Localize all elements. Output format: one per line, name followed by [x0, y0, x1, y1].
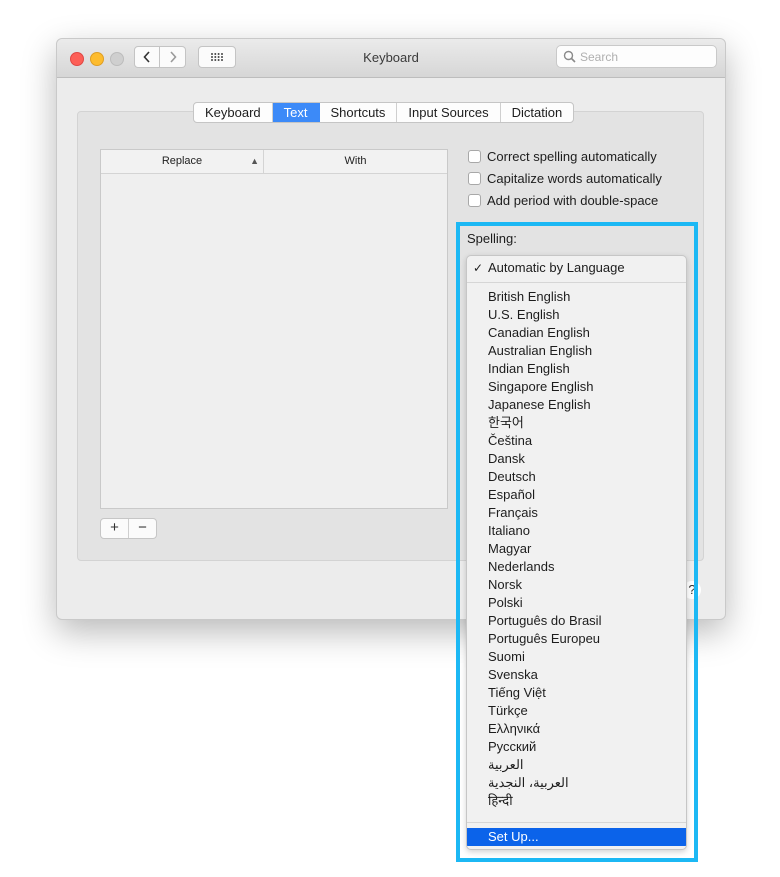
table-header: Replace ▲ With	[101, 150, 447, 174]
search-icon	[563, 50, 576, 63]
option-label: Correct spelling automatically	[487, 148, 657, 164]
tab-bar: Keyboard Text Shortcuts Input Sources Di…	[193, 102, 575, 123]
remove-button[interactable]: −	[128, 519, 156, 538]
checkbox[interactable]	[468, 149, 481, 163]
checkbox[interactable]	[468, 193, 481, 207]
sort-ascending-icon: ▲	[250, 156, 259, 166]
tab-text[interactable]: Text	[272, 103, 320, 122]
title-bar: Keyboard Search	[57, 39, 725, 78]
text-replacement-table[interactable]: Replace ▲ With	[100, 149, 448, 509]
add-remove-control: + −	[100, 518, 157, 539]
search-placeholder: Search	[580, 50, 619, 64]
tab-input-sources[interactable]: Input Sources	[397, 103, 501, 122]
tab-shortcuts[interactable]: Shortcuts	[320, 103, 398, 122]
highlight-frame	[456, 222, 698, 862]
option-capitalize-words[interactable]: Capitalize words automatically	[468, 169, 662, 187]
replace-column-label: Replace	[161, 155, 203, 167]
search-field[interactable]: Search	[556, 45, 717, 68]
with-column-label: With	[344, 155, 367, 167]
checkbox[interactable]	[468, 171, 481, 185]
add-button[interactable]: +	[101, 519, 128, 538]
option-label: Capitalize words automatically	[487, 170, 662, 186]
with-column-header[interactable]: With	[264, 150, 447, 173]
tab-keyboard[interactable]: Keyboard	[194, 103, 273, 122]
option-label: Add period with double-space	[487, 192, 659, 208]
option-correct-spelling[interactable]: Correct spelling automatically	[468, 147, 657, 165]
replace-column-header[interactable]: Replace ▲	[101, 150, 264, 173]
tab-dictation[interactable]: Dictation	[501, 103, 574, 122]
option-period-double-space[interactable]: Add period with double-space	[468, 191, 658, 209]
